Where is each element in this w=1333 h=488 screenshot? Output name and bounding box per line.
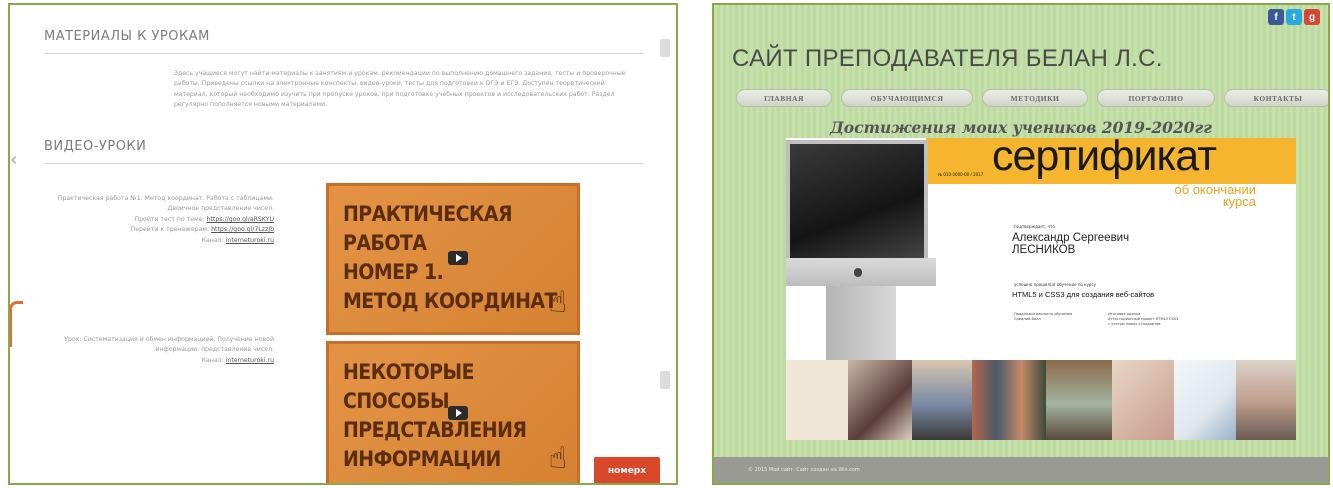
nav-item-home[interactable]: ГЛАВНАЯ: [736, 89, 832, 107]
video-channel-link-row: Канал: interneturoki.ru: [46, 236, 274, 246]
play-icon[interactable]: [448, 251, 468, 265]
certificate-fine-left: Продолжительность обучения Средний балл: [1014, 312, 1073, 321]
gallery-thumb[interactable]: [1046, 360, 1112, 440]
gallery-thumb[interactable]: [786, 360, 848, 440]
site-footer: © 2015 Мой сайт. Сайт создан на Wix.com: [714, 457, 1328, 483]
footer-copyright: © 2015 Мой сайт. Сайт создан на Wix.com: [748, 467, 860, 473]
social-icons: f t g: [1268, 9, 1320, 25]
certify-label: подтверждает, что: [1014, 224, 1055, 229]
prev-arrow-icon[interactable]: [10, 155, 20, 165]
video-trainer-link-row: Перейти к тренажерам: https://goo.gl/7Lz…: [46, 225, 274, 235]
link-label: Канал:: [201, 356, 224, 364]
facebook-icon[interactable]: f: [1268, 9, 1284, 25]
scroll-handle-top[interactable]: [660, 39, 670, 57]
teacher-site-panel: f t g САЙТ ПРЕПОДАВАТЕЛЯ БЕЛАН Л.С. ГЛАВ…: [712, 3, 1330, 485]
course-name: HTML5 и CSS3 для создания веб-сайтов: [1012, 290, 1155, 299]
number-button[interactable]: номерх: [594, 457, 660, 483]
video-player-2[interactable]: НЕКОТОРЫЕ СПОСОБЫ ПРЕДСТАВЛЕНИЯ ИНФОРМАЦ…: [326, 341, 580, 483]
materials-divider: [44, 53, 644, 54]
link-label: Пройти тест по теме:: [134, 215, 205, 223]
video-desc-text: Практическая работа №1. Метод координат.…: [57, 195, 274, 213]
channel-link[interactable]: interneturoki.ru: [226, 357, 274, 364]
link-label: Канал:: [201, 236, 224, 244]
channel-link[interactable]: interneturoki.ru: [226, 237, 274, 244]
imac-chin: [786, 258, 936, 286]
video-description: Урок: Систематизация и обмен информацией…: [46, 335, 274, 366]
certificate-image: сертификат № 010-0000-00 / 2017 об оконч…: [786, 138, 1296, 360]
certificate-subtitle: об окончании курса: [1174, 182, 1256, 209]
certificate-fine-right: Итоговая оценка Аттестационный проект HT…: [1108, 312, 1179, 326]
nav-item-students[interactable]: ОБУЧАЮЩИМСЯ: [841, 89, 973, 107]
test-link[interactable]: https://goo.gl/aRSKYU: [207, 216, 274, 223]
site-title: САЙТ ПРЕПОДАВАТЕЛЯ БЕЛАН Л.С.: [732, 45, 1163, 72]
edge-decoration: [10, 301, 23, 347]
achievements-title: Достижения моих учеников 2019-2020гг: [830, 118, 1212, 137]
imac-illustration: [786, 140, 928, 258]
video-test-link-row: Пройти тест по теме: https://goo.gl/aRSK…: [46, 215, 274, 225]
gallery-thumb[interactable]: [848, 360, 912, 440]
main-nav: ГЛАВНАЯ ОБУЧАЮЩИМСЯ МЕТОДИКИ ПОРТФОЛИО К…: [736, 89, 1328, 107]
nav-item-contacts[interactable]: КОНТАКТЫ: [1224, 89, 1328, 107]
imac-stand: [826, 286, 896, 360]
materials-panel: МАТЕРИАЛЫ К УРОКАМ Здесь учащиеся могут …: [8, 3, 678, 485]
gallery-thumb[interactable]: [972, 360, 1046, 440]
video-divider: [44, 163, 644, 164]
pointer-hand-icon: ☝: [548, 441, 567, 476]
video-section-title: ВИДЕО-УРОКИ: [44, 139, 147, 154]
certificate-number: № 010-0000-00 / 2017: [938, 172, 984, 177]
video-player-1[interactable]: ПРАКТИЧЕСКАЯ РАБОТА НОМЕР 1. МЕТОД КООРД…: [326, 183, 580, 335]
materials-section-title: МАТЕРИАЛЫ К УРОКАМ: [44, 29, 210, 44]
gallery-thumb[interactable]: [1174, 360, 1236, 440]
scroll-handle-bottom[interactable]: [660, 371, 670, 389]
materials-description: Здесь учащиеся могут найти материалы к з…: [174, 70, 626, 109]
recipient-name: Александр Сергеевич ЛЕСНИКОВ: [1012, 232, 1130, 256]
gallery-strip: [786, 360, 1296, 440]
pointer-hand-icon: ☝: [548, 285, 567, 320]
passed-label: успешно прошел(а) обучение по курсу: [1014, 282, 1097, 287]
gallery-thumb[interactable]: [1236, 360, 1296, 440]
nav-item-methods[interactable]: МЕТОДИКИ: [982, 89, 1088, 107]
gallery-thumb[interactable]: [912, 360, 972, 440]
trainer-link[interactable]: https://goo.gl/7LzzJb: [211, 226, 274, 233]
video-desc-text: Урок: Систематизация и обмен информацией…: [64, 336, 274, 354]
video-channel-link-row: Канал: interneturoki.ru: [46, 356, 274, 366]
video-description: Практическая работа №1. Метод координат.…: [46, 194, 274, 246]
googleplus-icon[interactable]: g: [1304, 9, 1320, 25]
gallery-thumb[interactable]: [1112, 360, 1174, 440]
play-icon[interactable]: [448, 406, 468, 420]
link-label: Перейти к тренажерам:: [130, 226, 210, 234]
certificate-heading: сертификат: [992, 138, 1217, 180]
twitter-icon[interactable]: t: [1286, 9, 1302, 25]
nav-item-portfolio[interactable]: ПОРТФОЛИО: [1097, 89, 1215, 107]
